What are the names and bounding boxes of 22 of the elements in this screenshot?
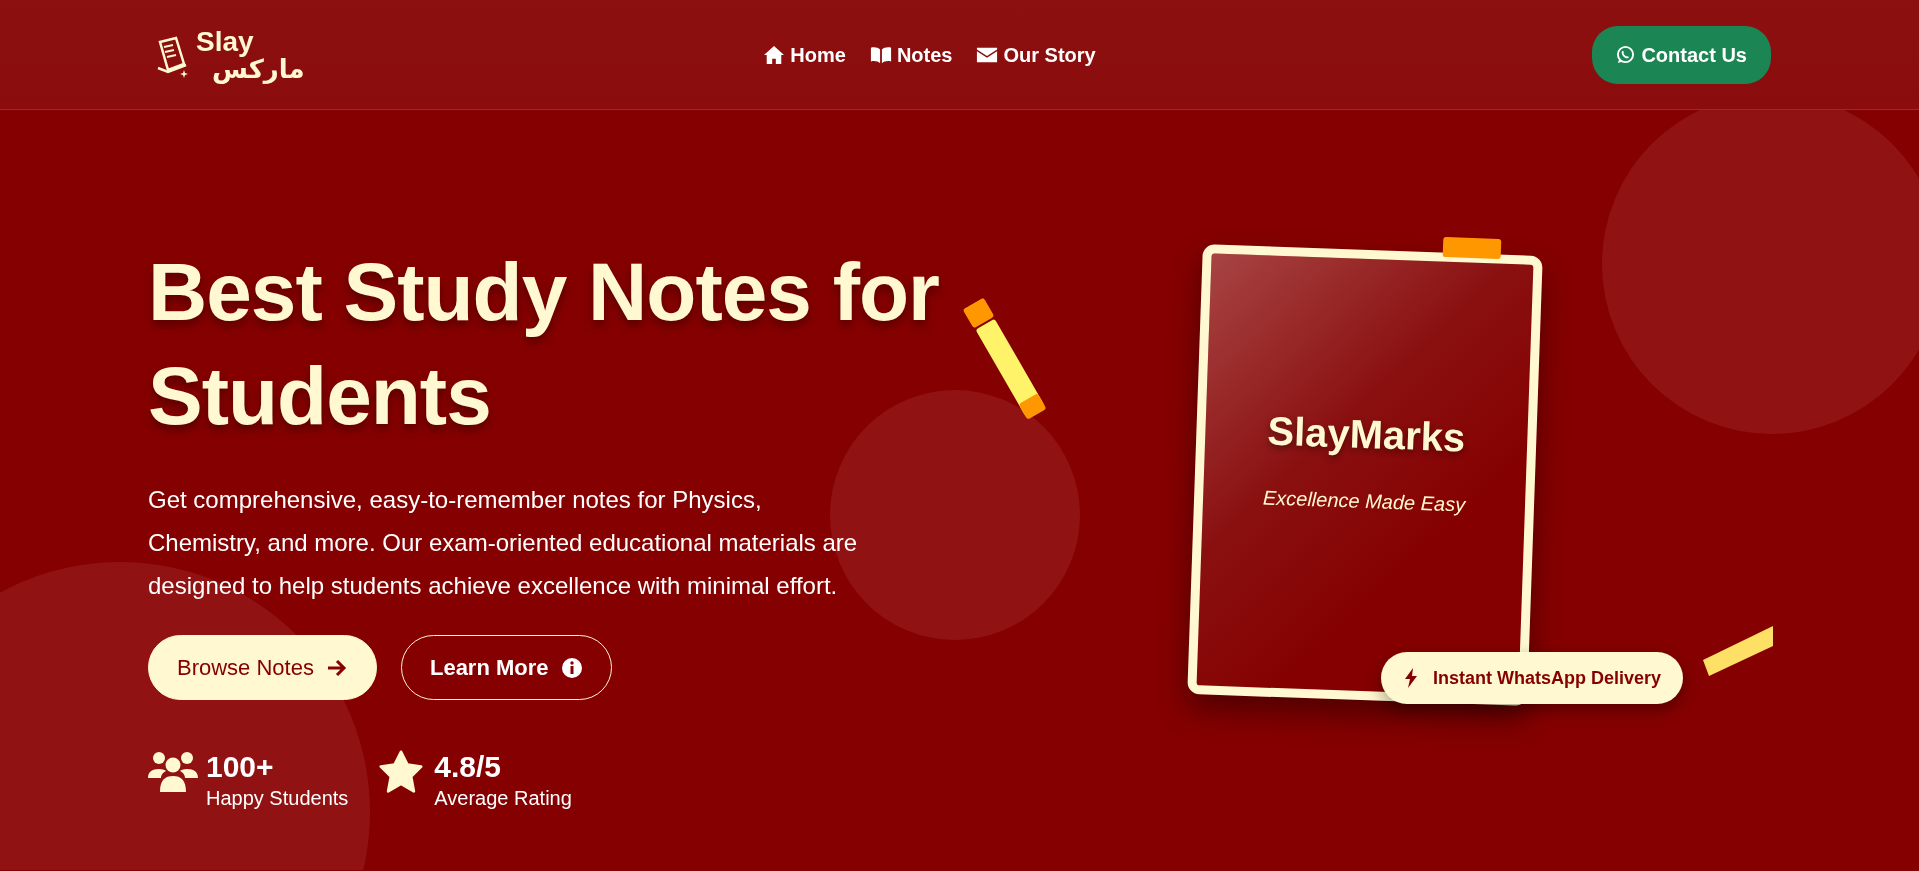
lightning-icon xyxy=(1403,668,1419,688)
users-icon xyxy=(148,750,198,795)
stat-value: 4.8/5 xyxy=(434,750,503,784)
info-icon xyxy=(560,656,583,679)
logo-text: Slay xyxy=(196,27,255,56)
book-icon xyxy=(869,44,892,65)
whatsapp-icon xyxy=(1616,45,1636,64)
stat-label: Average Rating xyxy=(434,786,572,812)
nav-link[interactable]: Our Story xyxy=(976,39,1096,70)
nav-link[interactable]: Notes xyxy=(869,39,953,70)
hero-description: Get comprehensive, easy-to-remember notes for Physics, Chemistry, and more. Our exam-oriented educational materials are designed to help students achieve excellence with minimal effort. xyxy=(148,485,859,602)
nav-link[interactable]: Home xyxy=(763,39,846,70)
stat-value: 100+ xyxy=(206,750,275,784)
home-icon xyxy=(763,44,786,65)
stat-label: Happy Students xyxy=(206,786,349,812)
hero-title: Best Study Notes for Students xyxy=(148,245,940,444)
book-title: SlayMarks xyxy=(1266,407,1467,462)
delivery-badge: Instant WhatsApp Delivery xyxy=(1381,652,1684,704)
book-subtitle: Excellence Made Easy xyxy=(1262,485,1466,518)
browse-button[interactable]: Browse Notes xyxy=(148,635,377,701)
contact-button[interactable]: Contact Us xyxy=(1592,25,1771,84)
tape-drawing xyxy=(1442,237,1502,259)
